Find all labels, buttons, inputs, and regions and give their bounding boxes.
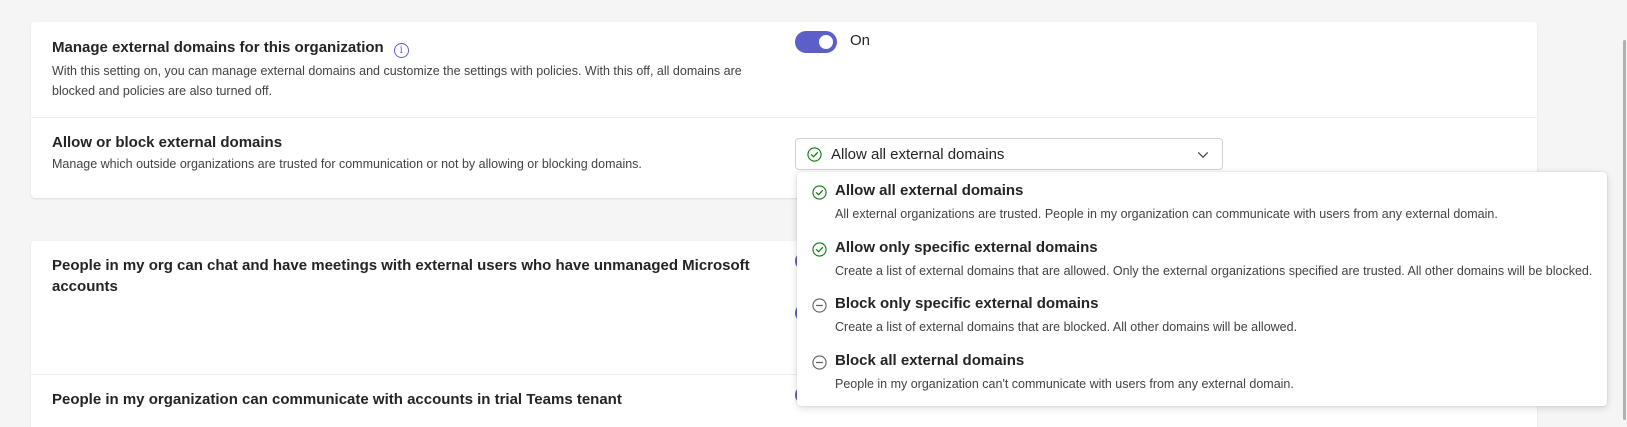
option-title: Allow only specific external domains (835, 239, 1098, 256)
chevron-down-icon (1198, 152, 1208, 158)
info-icon[interactable]: i (393, 43, 409, 58)
option-desc: All external organizations are trusted. … (835, 207, 1498, 221)
trial-tenant-title: People in my organization can communicat… (52, 391, 622, 408)
allow-block-dropdown[interactable]: Allow all external domains (795, 138, 1223, 170)
check-circle-icon (807, 147, 822, 162)
check-circle-icon (812, 242, 827, 257)
check-circle-icon (812, 185, 827, 200)
option-block-all[interactable]: Block all external domains People in my … (797, 342, 1607, 396)
option-desc: Create a list of external domains that a… (835, 320, 1298, 334)
option-desc: Create a list of external domains that a… (835, 264, 1593, 278)
option-title: Block only specific external domains (835, 295, 1099, 312)
option-title: Allow all external domains (835, 182, 1024, 199)
unmanaged-accounts-title-line2: accounts (52, 278, 118, 295)
manage-domains-desc-line1: With this setting on, you can manage ext… (52, 64, 742, 78)
divider (31, 117, 1537, 118)
minus-circle-icon (812, 355, 827, 370)
dropdown-selected-value: Allow all external domains (831, 146, 1005, 163)
teams-admin-external-access-page: Manage external domains for this organiz… (0, 0, 1627, 427)
option-desc: People in my organization can't communic… (835, 377, 1294, 391)
allow-block-options-menu: Allow all external domains All external … (797, 172, 1607, 406)
option-allow-all[interactable]: Allow all external domains All external … (797, 172, 1607, 226)
manage-domains-toggle[interactable] (795, 31, 837, 53)
minus-circle-icon (812, 298, 827, 313)
option-title: Block all external domains (835, 352, 1025, 369)
option-block-specific[interactable]: Block only specific external domains Cre… (797, 285, 1607, 339)
allow-block-desc: Manage which outside organizations are t… (52, 157, 642, 171)
option-allow-specific[interactable]: Allow only specific external domains Cre… (797, 229, 1607, 283)
page-scrollbar[interactable] (1623, 40, 1626, 420)
manage-domains-title: Manage external domains for this organiz… (52, 37, 409, 58)
manage-domains-desc-line2: blocked and policies are also turned off… (52, 84, 273, 98)
toggle-state-label: On (850, 32, 871, 49)
toggle-knob (819, 35, 833, 49)
unmanaged-accounts-title-line1: People in my org can chat and have meeti… (52, 257, 750, 274)
allow-block-title: Allow or block external domains (52, 134, 283, 151)
